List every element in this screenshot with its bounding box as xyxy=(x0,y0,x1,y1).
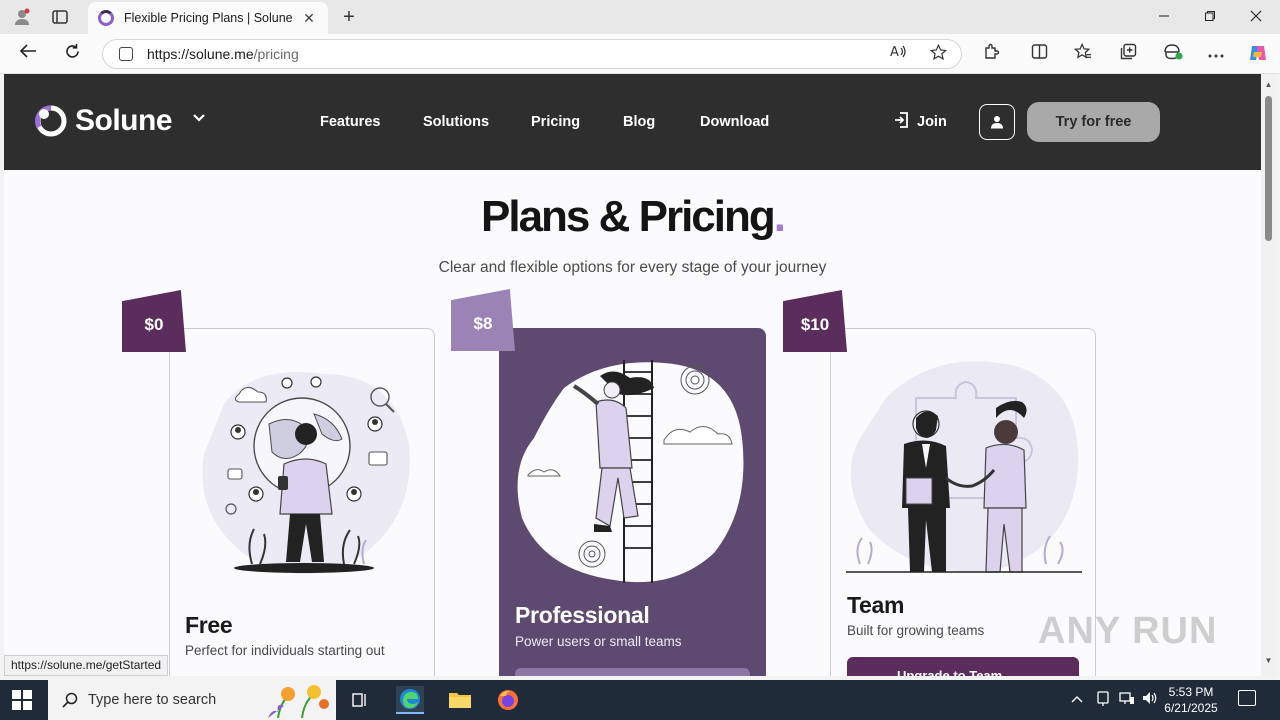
search-icon xyxy=(62,692,78,708)
network-icon[interactable] xyxy=(1119,691,1135,708)
taskbar: Type here to search 5:53 PM 6/21/2025 xyxy=(0,680,1280,720)
join-link[interactable]: Join xyxy=(894,112,947,132)
page-subtitle: Clear and flexible options for every sta… xyxy=(438,259,827,276)
back-button[interactable] xyxy=(16,43,40,65)
solune-favicon-icon xyxy=(98,10,114,26)
scroll-down-arrow-icon[interactable]: ▼ xyxy=(1263,656,1274,665)
browser-essentials-icon[interactable] xyxy=(1161,43,1185,65)
page-title-dot: . xyxy=(773,192,786,241)
solune-logo-icon xyxy=(35,105,67,137)
free-plan-illustration xyxy=(202,372,410,574)
system-clock[interactable]: 5:53 PM 6/21/2025 xyxy=(1160,684,1222,716)
team-plan-illustration xyxy=(846,361,1082,573)
windows-start-icon[interactable] xyxy=(12,690,32,710)
logo-wordmark: Solune xyxy=(75,104,173,137)
join-label: Join xyxy=(917,114,947,130)
nav-pricing[interactable]: Pricing xyxy=(531,114,580,130)
close-tab-icon[interactable]: ✕ xyxy=(300,10,318,27)
svg-text:A: A xyxy=(890,45,899,59)
scroll-up-arrow-icon[interactable]: ▲ xyxy=(1263,80,1274,89)
url-bar[interactable]: https://solune.me/pricing A xyxy=(102,39,962,69)
nav-download[interactable]: Download xyxy=(700,114,769,130)
tray-device-icon[interactable] xyxy=(1096,691,1110,710)
firefox-icon[interactable] xyxy=(494,686,522,714)
price-tag-professional: $8 xyxy=(451,289,515,351)
user-icon xyxy=(991,116,1003,129)
plan-name-free: Free xyxy=(185,612,233,638)
professional-plan-illustration xyxy=(517,360,744,583)
tray-chevron-up-icon[interactable] xyxy=(1071,691,1083,706)
account-button[interactable] xyxy=(979,104,1015,140)
try-for-free-button[interactable]: Try for free xyxy=(1027,102,1160,142)
new-tab-button[interactable]: + xyxy=(338,6,360,28)
address-toolbar: https://solune.me/pricing A xyxy=(0,34,1280,74)
volume-icon[interactable] xyxy=(1142,691,1158,708)
minimize-button[interactable] xyxy=(1141,6,1187,28)
favorite-star-icon[interactable] xyxy=(927,43,949,66)
site-info-icon[interactable] xyxy=(119,47,133,61)
collections-icon[interactable] xyxy=(1116,43,1140,65)
plan-name-professional: Professional xyxy=(515,602,650,628)
profile-icon[interactable] xyxy=(10,7,34,27)
page-viewport: Solune Features Solutions Pricing Blog D… xyxy=(4,74,1261,676)
nav-solutions[interactable]: Solutions xyxy=(423,114,489,130)
tab-actions-icon[interactable] xyxy=(48,7,72,27)
professional-cta-button[interactable] xyxy=(515,668,750,676)
clock-time: 5:53 PM xyxy=(1168,685,1214,699)
task-view-icon[interactable] xyxy=(346,686,374,714)
nav-features[interactable]: Features xyxy=(320,114,380,130)
upgrade-to-team-button[interactable]: Upgrade to Team xyxy=(847,657,1079,676)
page-scrollbar[interactable]: ▲ ▼ xyxy=(1261,74,1276,676)
url-host: https://solune.me xyxy=(147,46,254,62)
page-title: Plans & Pricing. xyxy=(4,192,1261,242)
taskbar-search[interactable]: Type here to search xyxy=(48,680,336,720)
taskbar-search-placeholder: Type here to search xyxy=(88,692,217,708)
price-tag-free: $0 xyxy=(122,290,186,352)
tab-strip: Flexible Pricing Plans | Solune ✕ + xyxy=(0,0,1280,34)
url-path: /pricing xyxy=(253,46,299,62)
url-text: https://solune.me/pricing xyxy=(147,46,299,62)
split-screen-icon[interactable] xyxy=(1027,43,1051,65)
chevron-down-icon[interactable] xyxy=(192,110,206,128)
clock-date: 6/21/2025 xyxy=(1164,701,1218,715)
refresh-button[interactable] xyxy=(60,43,84,65)
notifications-icon[interactable] xyxy=(1238,690,1256,706)
plan-name-team: Team xyxy=(847,592,905,618)
status-link-preview: https://solune.me/getStarted xyxy=(4,655,169,676)
restore-button[interactable] xyxy=(1187,6,1233,28)
search-highlight-flowers-icon xyxy=(268,685,329,719)
file-explorer-icon[interactable] xyxy=(446,686,474,714)
copilot-icon[interactable] xyxy=(1246,43,1270,65)
plan-desc-team: Built for growing teams xyxy=(847,623,985,638)
plan-desc-free: Perfect for individuals starting out xyxy=(185,643,385,658)
site-header: Solune Features Solutions Pricing Blog D… xyxy=(4,74,1261,170)
nav-blog[interactable]: Blog xyxy=(623,114,655,130)
page-title-text: Plans & Pricing xyxy=(481,192,776,241)
anyrun-watermark: ANY RUN xyxy=(1038,610,1218,652)
read-aloud-icon[interactable]: A xyxy=(887,44,909,66)
site-logo[interactable]: Solune xyxy=(35,104,173,138)
tab-title: Flexible Pricing Plans | Solune xyxy=(124,11,293,25)
edge-taskbar-icon[interactable] xyxy=(396,686,424,714)
price-tag-team: $10 xyxy=(783,290,847,352)
extensions-icon[interactable] xyxy=(979,43,1003,65)
favorites-icon[interactable] xyxy=(1071,42,1095,65)
login-icon xyxy=(894,112,909,132)
active-tab[interactable]: Flexible Pricing Plans | Solune ✕ xyxy=(88,2,328,34)
scroll-thumb[interactable] xyxy=(1265,96,1272,241)
settings-more-icon[interactable] xyxy=(1204,43,1228,65)
close-window-button[interactable] xyxy=(1233,6,1279,28)
plan-desc-professional: Power users or small teams xyxy=(515,634,682,649)
